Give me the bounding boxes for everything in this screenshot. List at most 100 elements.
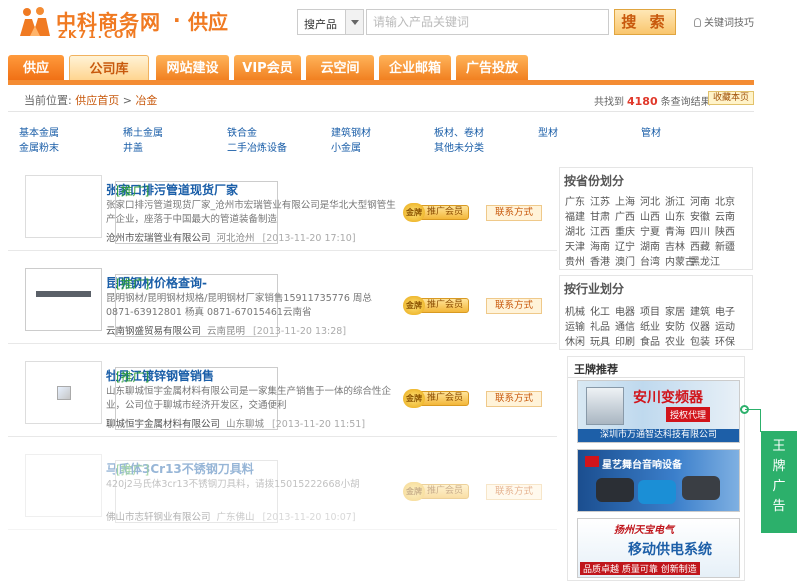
filter-link[interactable]: 台湾 bbox=[640, 253, 660, 268]
ad-banner-power[interactable]: 扬州天宝电气 移动供电系统 品质卓越 质量可靠 创新制造 bbox=[577, 518, 740, 578]
product-thumbnail[interactable] bbox=[25, 268, 102, 331]
product-title-link[interactable]: 牡丹江镀锌钢管销售 [推广] bbox=[106, 367, 278, 430]
category-link[interactable]: 其他未分类 bbox=[434, 139, 484, 154]
company-link[interactable]: 佛山市志轩钢业有限公司 bbox=[106, 512, 211, 523]
filter-link[interactable]: 吉林 bbox=[665, 238, 685, 253]
category-link[interactable]: 基本金属 bbox=[19, 124, 59, 139]
filter-link[interactable]: 安徽 bbox=[690, 208, 710, 223]
filter-link[interactable]: 建筑 bbox=[690, 303, 710, 318]
filter-link[interactable]: 仪器 bbox=[690, 318, 710, 333]
category-link[interactable]: 板材、卷材 bbox=[434, 124, 484, 139]
search-type-select[interactable]: 搜产品 bbox=[297, 9, 364, 35]
filter-link[interactable]: 玩具 bbox=[590, 333, 610, 348]
filter-link[interactable]: 重庆 bbox=[615, 223, 635, 238]
filter-link[interactable]: 山东 bbox=[665, 208, 685, 223]
search-button[interactable]: 搜 索 bbox=[614, 9, 676, 35]
filter-link[interactable]: 青海 bbox=[665, 223, 685, 238]
filter-link[interactable]: 宁夏 bbox=[640, 223, 660, 238]
keyword-tip-link[interactable]: 关键词技巧 bbox=[694, 14, 754, 29]
contact-button[interactable]: 联系方式 bbox=[486, 391, 542, 407]
filter-link[interactable]: 云南 bbox=[715, 208, 735, 223]
brand-ad-float-tab[interactable]: 王牌广告 bbox=[761, 431, 797, 533]
tab-enterprise-mail[interactable]: 企业邮箱 bbox=[379, 55, 451, 82]
filter-link[interactable]: 河北 bbox=[640, 193, 660, 208]
filter-link[interactable]: 浙江 bbox=[665, 193, 685, 208]
filter-link[interactable]: 湖南 bbox=[640, 238, 660, 253]
filter-link[interactable]: 天津 bbox=[565, 238, 585, 253]
contact-button[interactable]: 联系方式 bbox=[486, 205, 542, 221]
filter-link[interactable]: 电子 bbox=[715, 303, 735, 318]
product-thumbnail[interactable] bbox=[25, 361, 102, 424]
filter-link[interactable]: 香港 bbox=[590, 253, 610, 268]
filter-link[interactable]: 北京 bbox=[715, 193, 735, 208]
tab-supply[interactable]: 供应 bbox=[8, 55, 64, 82]
tab-cloud-space[interactable]: 云空间 bbox=[306, 55, 374, 82]
filter-link[interactable]: 江西 bbox=[590, 223, 610, 238]
filter-link[interactable]: 电器 bbox=[615, 303, 635, 318]
filter-link[interactable]: 通信 bbox=[615, 318, 635, 333]
filter-link[interactable]: 印刷 bbox=[615, 333, 635, 348]
tab-vip-member[interactable]: VIP会员 bbox=[234, 55, 301, 82]
filter-link[interactable]: 福建 bbox=[565, 208, 585, 223]
category-link[interactable]: 管材 bbox=[641, 124, 661, 139]
filter-link[interactable]: 机械 bbox=[565, 303, 585, 318]
filter-link[interactable]: 贵州 bbox=[565, 253, 585, 268]
filter-link[interactable]: 上海 bbox=[615, 193, 635, 208]
filter-link[interactable]: 安防 bbox=[665, 318, 685, 333]
filter-link[interactable]: 运动 bbox=[715, 318, 735, 333]
product-title-link[interactable]: 马氏体3Cr13不锈钢刀具料 [推广] bbox=[106, 460, 278, 523]
breadcrumb-current[interactable]: 冶金 bbox=[135, 94, 157, 107]
category-link[interactable]: 二手冶炼设备 bbox=[227, 139, 287, 154]
category-link[interactable]: 小金属 bbox=[331, 139, 361, 154]
filter-link[interactable]: 运输 bbox=[565, 318, 585, 333]
company-link[interactable]: 聊城恒宇金属材料有限公司 bbox=[106, 419, 220, 430]
filter-link[interactable]: 化工 bbox=[590, 303, 610, 318]
filter-link[interactable]: 海南 bbox=[590, 238, 610, 253]
filter-link[interactable]: 纸业 bbox=[640, 318, 660, 333]
product-thumbnail[interactable] bbox=[25, 454, 102, 517]
product-title-link[interactable]: 昆明钢材价格查询- [推广] bbox=[106, 274, 278, 337]
chevron-down-icon[interactable] bbox=[345, 10, 363, 34]
tab-website-building[interactable]: 网站建设 bbox=[156, 55, 229, 82]
contact-button[interactable]: 联系方式 bbox=[486, 298, 542, 314]
ad-banner-audio[interactable]: 星艺舞台音响设备 bbox=[577, 449, 740, 512]
search-input[interactable] bbox=[366, 9, 609, 35]
bookmark-page-button[interactable]: 收藏本页 bbox=[708, 91, 754, 105]
filter-link[interactable]: 黑龙江 bbox=[690, 253, 720, 268]
category-link[interactable]: 建筑钢材 bbox=[331, 124, 371, 139]
ad-banner-inverter[interactable]: 安川变频器 授权代理 深圳市万通智达科技有限公司 bbox=[577, 380, 740, 443]
company-link[interactable]: 云南钢盛贸易有限公司 bbox=[106, 326, 201, 337]
filter-link[interactable]: 西藏 bbox=[690, 238, 710, 253]
filter-link[interactable]: 农业 bbox=[665, 333, 685, 348]
company-link[interactable]: 沧州市宏瑞管业有限公司 bbox=[106, 233, 211, 244]
filter-link[interactable]: 广西 bbox=[615, 208, 635, 223]
filter-link[interactable]: 山西 bbox=[640, 208, 660, 223]
filter-link[interactable]: 甘肃 bbox=[590, 208, 610, 223]
filter-link[interactable]: 新疆 bbox=[715, 238, 735, 253]
tab-company-library[interactable]: 公司库 bbox=[69, 55, 149, 82]
filter-link[interactable]: 河南 bbox=[690, 193, 710, 208]
filter-link[interactable]: 休闲 bbox=[565, 333, 585, 348]
contact-button[interactable]: 联系方式 bbox=[486, 484, 542, 500]
filter-link[interactable]: 湖北 bbox=[565, 223, 585, 238]
filter-link[interactable]: 家居 bbox=[665, 303, 685, 318]
tab-advertising[interactable]: 广告投放 bbox=[456, 55, 528, 82]
product-title-link[interactable]: 张家口排污管道现货厂家 [推广] bbox=[106, 181, 278, 244]
filter-link[interactable]: 包装 bbox=[690, 333, 710, 348]
filter-link[interactable]: 辽宁 bbox=[615, 238, 635, 253]
filter-link[interactable]: 环保 bbox=[715, 333, 735, 348]
category-link[interactable]: 铁合金 bbox=[227, 124, 257, 139]
filter-link[interactable]: 澳门 bbox=[615, 253, 635, 268]
category-link[interactable]: 井盖 bbox=[123, 139, 143, 154]
filter-link[interactable]: 江苏 bbox=[590, 193, 610, 208]
filter-link[interactable]: 陕西 bbox=[715, 223, 735, 238]
filter-link[interactable]: 广东 bbox=[565, 193, 585, 208]
filter-link[interactable]: 四川 bbox=[690, 223, 710, 238]
breadcrumb-home-link[interactable]: 供应首页 bbox=[75, 94, 119, 107]
filter-link[interactable]: 食品 bbox=[640, 333, 660, 348]
filter-link[interactable]: 礼品 bbox=[590, 318, 610, 333]
category-link[interactable]: 稀土金属 bbox=[123, 124, 163, 139]
product-thumbnail[interactable] bbox=[25, 175, 102, 238]
site-logo[interactable]: 中科商务网 ZK71.COM · 供应 bbox=[18, 6, 238, 41]
filter-link[interactable]: 项目 bbox=[640, 303, 660, 318]
